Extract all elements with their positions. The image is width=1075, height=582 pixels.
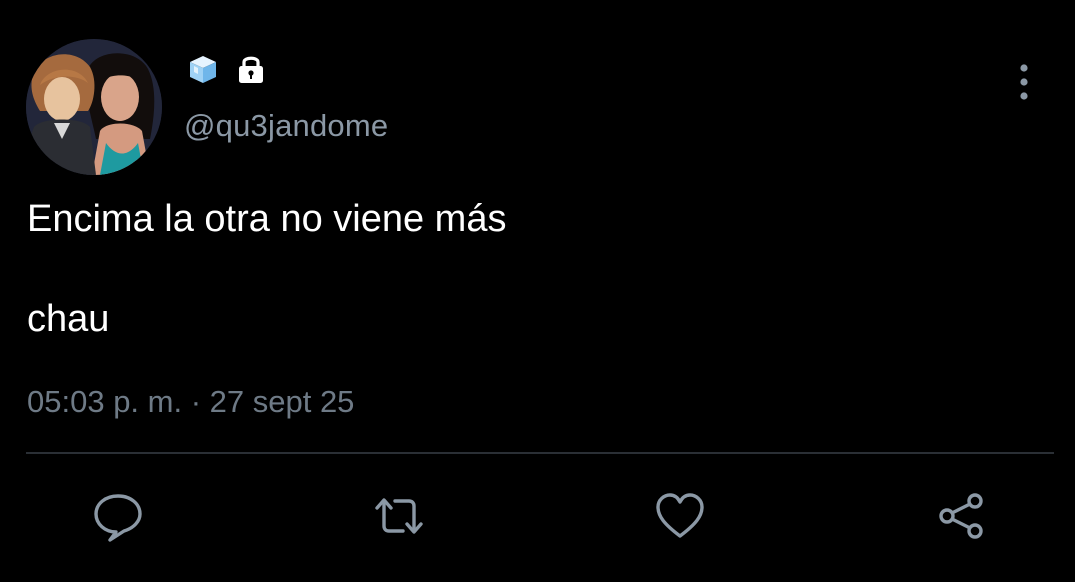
tweet-timestamp[interactable]: 05:03 p. m. · 27 sept 25 [27,384,354,420]
tweet-text-line-1: Encima la otra no viene más [27,198,507,240]
reply-icon [94,494,142,542]
ice-cube-emoji-icon [190,56,216,83]
more-options-icon[interactable] [1010,62,1038,102]
avatar-image [26,39,162,175]
retweet-icon [375,498,423,534]
display-name-row [186,52,268,86]
share-button[interactable] [934,488,990,544]
tweet-text-line-2: chau [27,298,110,340]
reply-button[interactable] [90,488,146,544]
lock-icon [239,56,263,83]
user-handle[interactable]: @qu3jandome [184,108,388,144]
like-button[interactable] [652,488,708,544]
heart-icon [656,493,704,538]
avatar[interactable] [26,39,162,175]
share-icon [939,493,983,539]
retweet-button[interactable] [371,488,427,544]
divider [26,452,1054,454]
